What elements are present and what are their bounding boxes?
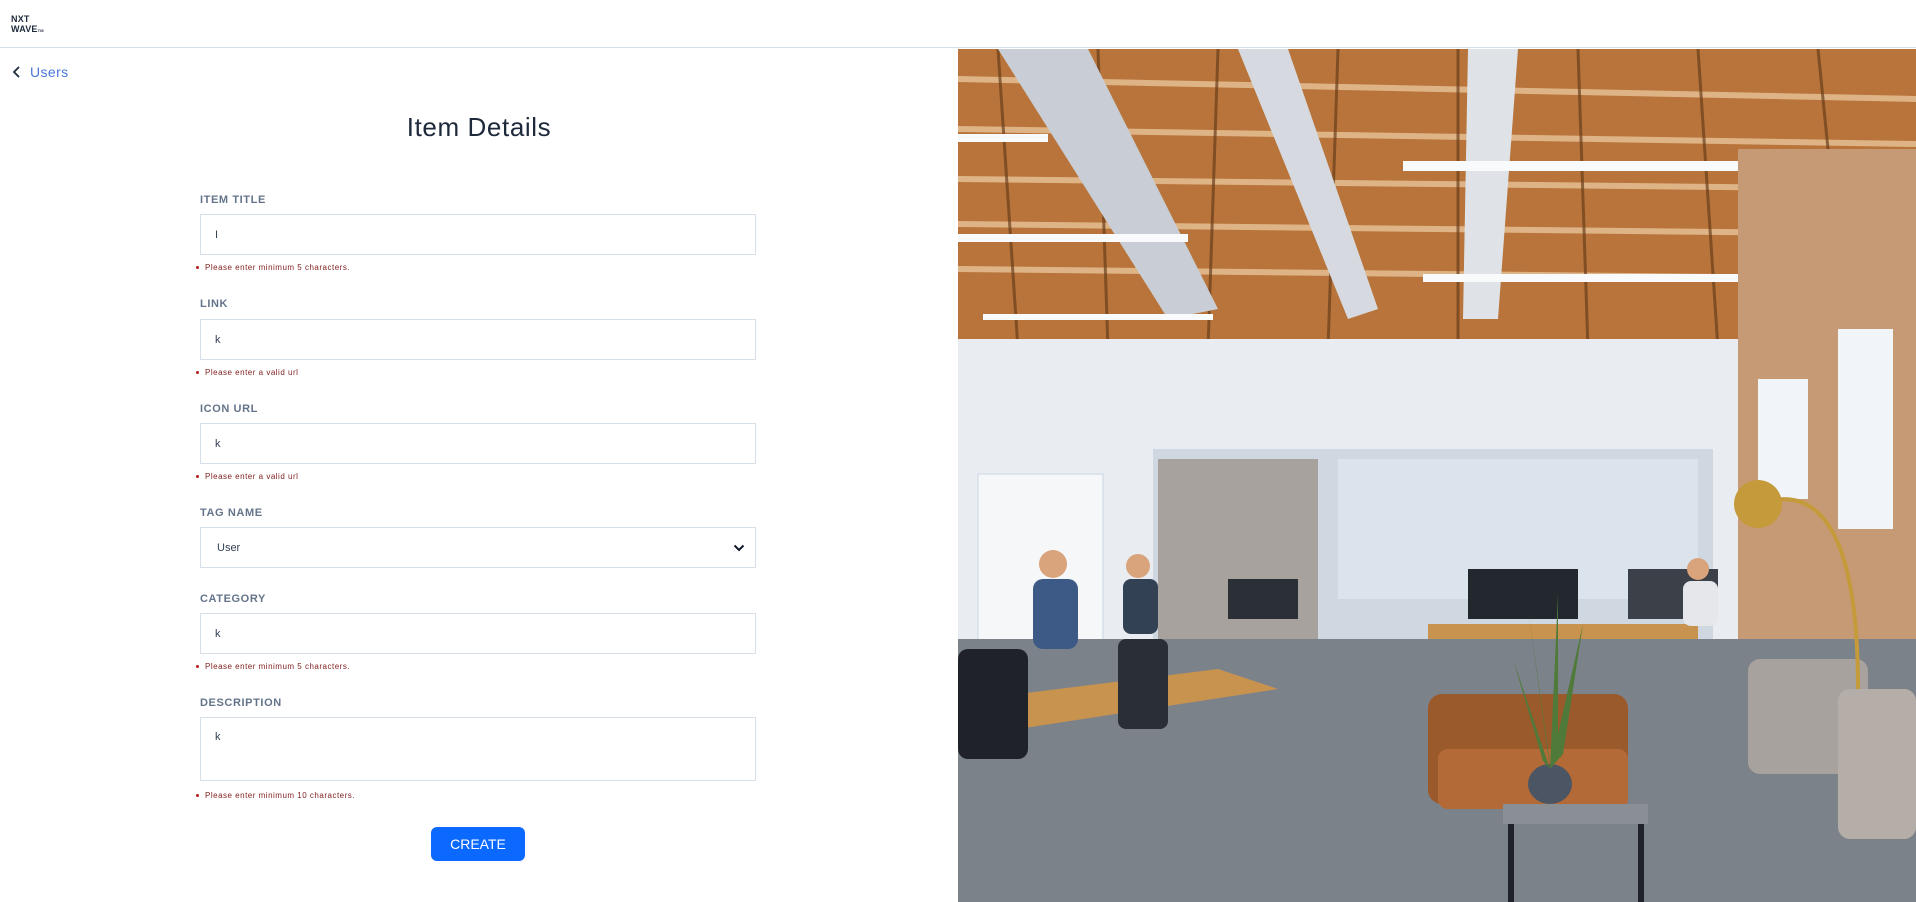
- item-title-label: ITEM TITLE: [200, 194, 266, 206]
- description-label: DESCRIPTION: [200, 697, 282, 709]
- logo-line-1: NXT: [11, 14, 30, 24]
- tag-name-selected-value: User: [217, 541, 241, 554]
- back-link-label: Users: [30, 64, 69, 80]
- link-error: Please enter a valid url: [196, 368, 298, 377]
- error-bullet-icon: [196, 371, 199, 374]
- icon-url-input[interactable]: [200, 423, 756, 464]
- category-error: Please enter minimum 5 characters.: [196, 662, 350, 671]
- icon-url-error: Please enter a valid url: [196, 472, 298, 481]
- error-bullet-icon: [196, 266, 199, 269]
- logo-tm: TM: [37, 28, 44, 33]
- chevron-down-icon: [733, 544, 745, 551]
- link-label: LINK: [200, 298, 229, 310]
- icon-url-label: ICON URL: [200, 403, 258, 415]
- form-panel: Users Item Details ITEM TITLE Please ent…: [0, 49, 958, 902]
- create-button[interactable]: CREATE: [431, 827, 525, 861]
- logo-line-2: WAVETM: [11, 24, 44, 34]
- link-input[interactable]: [200, 319, 756, 360]
- tag-name-label: TAG NAME: [200, 507, 263, 519]
- category-label: CATEGORY: [200, 593, 266, 605]
- error-bullet-icon: [196, 665, 199, 668]
- chevron-left-icon: [12, 66, 20, 78]
- page-title: Item Details: [406, 112, 552, 142]
- error-bullet-icon: [196, 794, 199, 797]
- office-photo: [958, 49, 1916, 902]
- category-input[interactable]: [200, 613, 756, 654]
- item-title-error: Please enter minimum 5 characters.: [196, 263, 350, 272]
- tag-name-select[interactable]: User: [200, 527, 756, 568]
- back-to-users-link[interactable]: Users: [12, 64, 69, 80]
- description-textarea[interactable]: k: [200, 717, 756, 781]
- error-bullet-icon: [196, 475, 199, 478]
- description-error: Please enter minimum 10 characters.: [196, 791, 355, 800]
- item-title-input[interactable]: [200, 214, 756, 255]
- top-navbar: NXT WAVETM: [0, 0, 1916, 48]
- nxtwave-logo[interactable]: NXT WAVETM: [11, 14, 53, 34]
- office-illustration: [958, 49, 1916, 902]
